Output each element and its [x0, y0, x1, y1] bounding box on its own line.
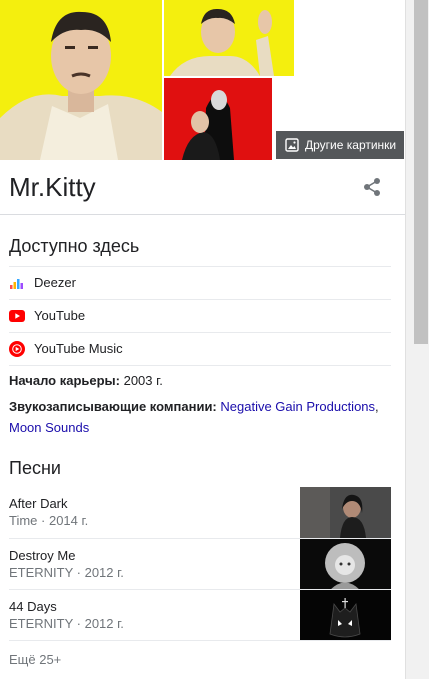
stream-item-deezer[interactable]: Deezer	[9, 266, 391, 299]
song-item[interactable]: Destroy Me ETERNITY · 2012 г.	[9, 539, 391, 590]
fact-label: Звукозаписывающие компании:	[9, 399, 217, 414]
song-thumbnail[interactable]	[300, 539, 391, 590]
fact-value: 2003 г.	[119, 373, 163, 388]
stream-label-deezer: Deezer	[34, 275, 76, 290]
scrollbar-thumb[interactable]	[414, 0, 428, 344]
song-title[interactable]: 44 Days	[9, 599, 57, 614]
more-images-label: Другие картинки	[305, 138, 397, 152]
label-link-negative-gain[interactable]: Negative Gain Productions	[220, 399, 375, 414]
divider	[9, 640, 391, 641]
stream-item-youtube-music[interactable]: YouTube Music	[9, 332, 391, 365]
more-images-button[interactable]: Другие картинки	[276, 131, 404, 159]
song-thumbnail[interactable]	[300, 590, 391, 641]
artist-photo-wave[interactable]	[164, 0, 294, 76]
image-icon	[285, 138, 299, 152]
page-title: Mr.Kitty	[9, 172, 96, 202]
artist-photo-main[interactable]	[0, 0, 162, 160]
label-link-moon-sounds[interactable]: Moon Sounds	[9, 420, 89, 435]
fact-career-start: Начало карьеры: 2003 г.	[9, 370, 389, 391]
stream-label-youtube-music: YouTube Music	[34, 341, 123, 356]
song-item[interactable]: After Dark Time · 2014 г.	[9, 487, 391, 538]
more-songs-link[interactable]: Ещё 25+	[9, 652, 61, 667]
song-title[interactable]: After Dark	[9, 496, 68, 511]
songs-heading: Песни	[9, 458, 61, 478]
song-meta: ETERNITY · 2012 г.	[9, 565, 124, 580]
photo-placeholder	[274, 78, 405, 128]
youtube-icon	[9, 308, 25, 324]
song-title[interactable]: Destroy Me	[9, 548, 75, 563]
song-meta: ETERNITY · 2012 г.	[9, 616, 124, 631]
title-row: Mr.Kitty	[0, 160, 405, 215]
fact-record-labels: Звукозаписывающие компании: Negative Gai…	[9, 396, 389, 438]
knowledge-panel: Другие картинки Mr.Kitty Доступно здесь …	[0, 0, 405, 679]
song-meta: Time · 2014 г.	[9, 513, 89, 528]
artist-photo-duo[interactable]	[164, 78, 272, 160]
separator: ,	[375, 399, 379, 414]
fact-label: Начало карьеры:	[9, 373, 120, 388]
deezer-icon	[9, 275, 25, 291]
share-icon[interactable]	[361, 176, 383, 198]
song-item[interactable]: 44 Days ETERNITY · 2012 г.	[9, 590, 391, 641]
divider	[9, 365, 391, 366]
stream-label-youtube: YouTube	[34, 308, 86, 323]
song-thumbnail[interactable]	[300, 487, 391, 538]
youtube-music-icon	[9, 340, 25, 357]
stream-item-youtube[interactable]: YouTube	[9, 299, 391, 332]
available-heading: Доступно здесь	[9, 236, 140, 256]
